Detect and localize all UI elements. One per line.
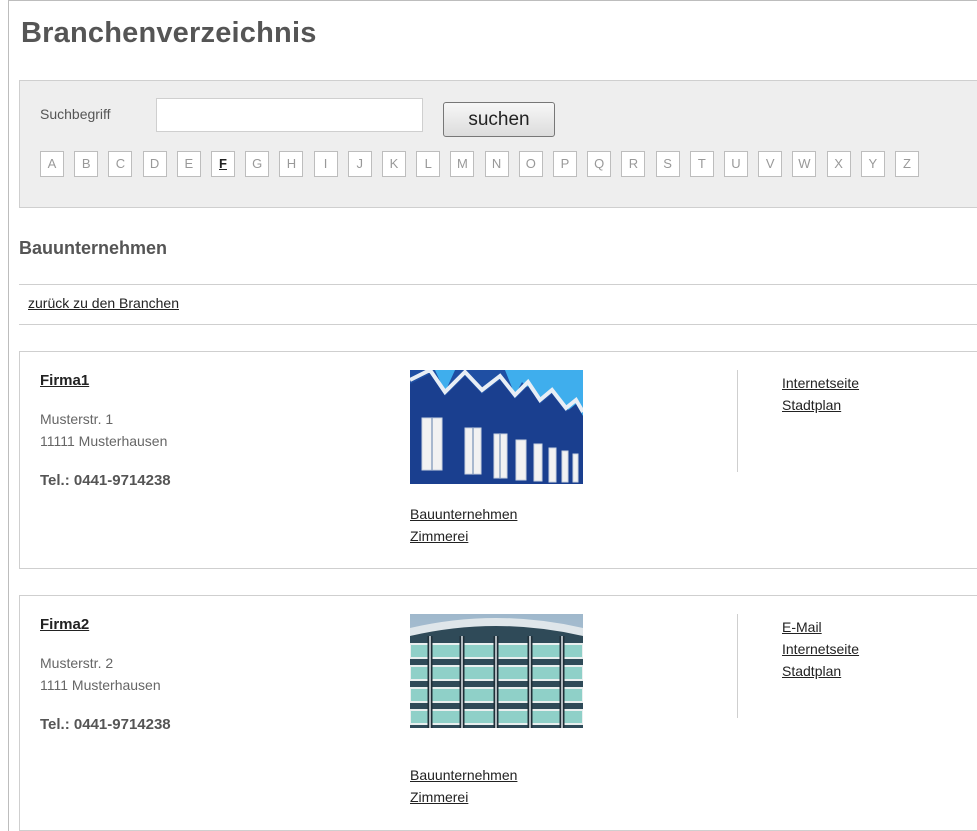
alphabet-letter-o[interactable]: O <box>518 151 543 177</box>
alphabet-letter-m[interactable]: M <box>450 151 475 177</box>
page-title: Branchenverzeichnis <box>21 17 317 49</box>
search-panel: Suchbegriff suchen ABCDEFGHIJKLMNOPQRSTU… <box>19 80 977 208</box>
category-link[interactable]: Zimmerei <box>410 528 468 544</box>
alphabet-letter-q[interactable]: Q <box>587 151 612 177</box>
back-to-categories-link[interactable]: zurück zu den Branchen <box>28 295 179 311</box>
email-link[interactable]: E-Mail <box>782 616 859 638</box>
alphabet-letter-a[interactable]: A <box>40 151 64 177</box>
alphabet-letter-s[interactable]: S <box>655 151 680 177</box>
alphabet-letter-c[interactable]: C <box>108 151 133 177</box>
city-map-link[interactable]: Stadtplan <box>782 660 859 682</box>
alphabet-letter-r[interactable]: R <box>621 151 646 177</box>
search-button[interactable]: suchen <box>443 102 555 137</box>
search-label: Suchbegriff <box>40 106 111 122</box>
alphabet-letter-z[interactable]: Z <box>895 151 919 177</box>
column-divider <box>737 614 738 718</box>
alphabet-letter-u[interactable]: U <box>724 151 748 177</box>
company-links: Internetseite Stadtplan <box>782 372 859 416</box>
category-link[interactable]: Zimmerei <box>410 789 468 805</box>
alphabet-letter-v[interactable]: V <box>758 151 783 177</box>
category-link[interactable]: Bauunternehmen <box>410 506 517 522</box>
alphabet-letter-d[interactable]: D <box>142 151 167 177</box>
company-name-link[interactable]: Firma2 <box>40 616 89 633</box>
alphabet-letter-t[interactable]: T <box>689 151 714 177</box>
category-heading: Bauunternehmen <box>19 238 168 258</box>
company-links: E-Mail Internetseite Stadtplan <box>782 616 859 682</box>
company-city: 11111 Musterhausen <box>40 433 168 449</box>
website-link[interactable]: Internetseite <box>782 638 859 660</box>
search-input[interactable] <box>156 98 423 132</box>
website-link[interactable]: Internetseite <box>782 372 859 394</box>
alphabet-letter-h[interactable]: H <box>279 151 304 177</box>
divider <box>19 284 977 285</box>
alphabet-letter-y[interactable]: Y <box>860 151 885 177</box>
alphabet-letter-w[interactable]: W <box>792 151 817 177</box>
alphabet-letter-b[interactable]: B <box>74 151 99 177</box>
company-phone: Tel.: 0441-9714238 <box>40 472 171 489</box>
alphabet-letter-l[interactable]: L <box>416 151 441 177</box>
company-name-link[interactable]: Firma1 <box>40 372 89 389</box>
company-street: Musterstr. 1 <box>40 411 114 427</box>
company-street: Musterstr. 2 <box>40 655 114 671</box>
divider <box>19 324 977 325</box>
alphabet-letter-j[interactable]: J <box>347 151 372 177</box>
category-link[interactable]: Bauunternehmen <box>410 767 517 783</box>
alphabet-letter-e[interactable]: E <box>176 151 201 177</box>
alphabet-letter-i[interactable]: I <box>313 151 338 177</box>
company-card: Firma1 Musterstr. 1 11111 Musterhausen T… <box>19 351 977 569</box>
alphabet-letter-f[interactable]: F <box>211 151 235 177</box>
glass-office-building-photo <box>410 614 583 728</box>
alphabet-letter-g[interactable]: G <box>245 151 270 177</box>
company-city: 1111 Musterhausen <box>40 677 161 693</box>
alphabet-letter-p[interactable]: P <box>553 151 577 177</box>
alphabet-letter-n[interactable]: N <box>484 151 509 177</box>
city-map-link[interactable]: Stadtplan <box>782 394 859 416</box>
company-card: Firma2 Musterstr. 2 1111 Musterhausen Te… <box>19 595 977 831</box>
blue-wooden-houses-photo <box>410 370 583 484</box>
alphabet-letter-k[interactable]: K <box>382 151 406 177</box>
column-divider <box>737 370 738 472</box>
company-phone: Tel.: 0441-9714238 <box>40 716 171 733</box>
alphabet-letter-x[interactable]: X <box>826 151 851 177</box>
